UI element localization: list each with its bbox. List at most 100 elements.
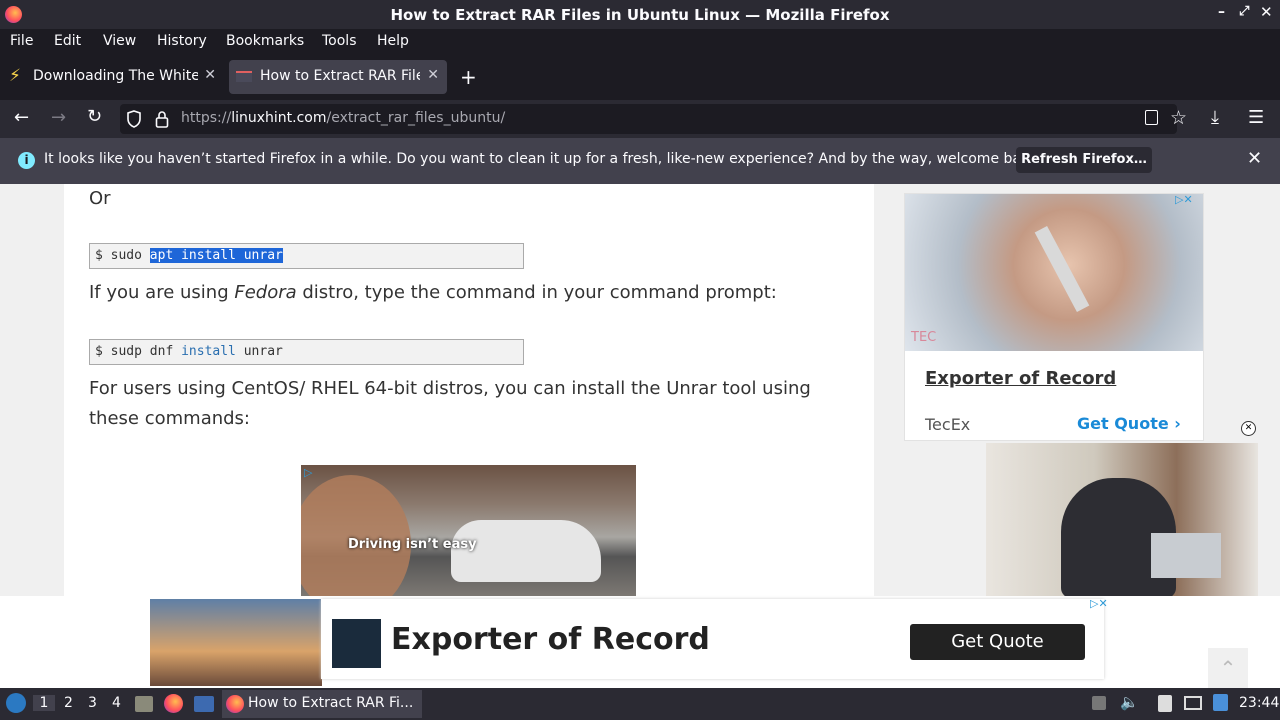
- url-path: /extract_rar_files_ubuntu/: [326, 110, 506, 126]
- menu-tools[interactable]: Tools: [322, 33, 357, 49]
- fedora-italic: Fedora: [234, 282, 297, 303]
- workspace-2[interactable]: 2: [64, 695, 73, 711]
- fedora-paragraph: If you are using Fedora distro, type the…: [89, 278, 777, 308]
- clipboard-icon[interactable]: [1158, 695, 1172, 712]
- tab-extract-rar[interactable]: How to Extract RAR Files in Ubuntu Linux…: [229, 60, 447, 94]
- close-notification-icon[interactable]: ✕: [1247, 148, 1262, 169]
- bottom-banner: Exporter of Record Get Quote ▷✕ ⌃: [0, 596, 1280, 688]
- ad-syringe-shape: [1034, 225, 1090, 313]
- page-content: Or $ sudo apt install unrar If you are u…: [0, 184, 1280, 596]
- sidebar-ad[interactable]: TEC ▷✕ Exporter of Record TecEx Get Quot…: [904, 193, 1204, 441]
- minimize-button[interactable]: –: [1218, 4, 1225, 20]
- menu-edit[interactable]: Edit: [54, 33, 81, 49]
- info-icon: i: [18, 152, 35, 169]
- notification-tray-icon[interactable]: [1213, 694, 1228, 711]
- fedora-after: distro, type the command in your command…: [296, 282, 777, 303]
- new-tab-button[interactable]: +: [460, 65, 477, 89]
- start-menu-icon[interactable]: [6, 693, 26, 713]
- menu-history[interactable]: History: [157, 33, 207, 49]
- side-ad-title[interactable]: Exporter of Record: [925, 368, 1116, 389]
- side-ad-brand: TecEx: [925, 415, 971, 434]
- or-text: Or: [89, 188, 111, 209]
- window-title: How to Extract RAR Files in Ubuntu Linux…: [390, 6, 890, 24]
- url-prefix: https://: [181, 110, 232, 126]
- article-body: Or $ sudo apt install unrar If you are u…: [64, 184, 874, 596]
- tab-bar: ⚡ Downloading The White House, Ray Strac…: [0, 55, 1280, 100]
- reader-view-icon[interactable]: [1145, 110, 1158, 125]
- ad-laptop-shape: [1151, 533, 1221, 578]
- fedora-before: If you are using: [89, 282, 235, 303]
- ad-person-shape: [301, 475, 411, 596]
- code-block-apt[interactable]: $ sudo apt install unrar: [89, 243, 524, 269]
- refresh-firefox-button[interactable]: Refresh Firefox…: [1016, 147, 1152, 173]
- url-bar[interactable]: https://linuxhint.com/extract_rar_files_…: [120, 104, 1187, 134]
- code-prompt: $ sudp dnf: [95, 344, 182, 359]
- code-rest: unrar: [235, 344, 283, 359]
- lightning-icon: ⚡: [9, 66, 21, 86]
- selected-code: apt install unrar: [149, 248, 283, 263]
- inline-video-ad[interactable]: ▷ Driving isn’t easy: [301, 465, 636, 596]
- tray-arrow-icon[interactable]: [1092, 696, 1106, 710]
- tab-downloading[interactable]: ⚡ Downloading The White House, Ray Strac…: [2, 60, 224, 94]
- workspace-1[interactable]: 1: [33, 695, 55, 711]
- tecex-logo-icon: [332, 619, 381, 668]
- floating-video-ad[interactable]: [986, 443, 1258, 596]
- forward-button[interactable]: →: [51, 107, 66, 128]
- hamburger-menu-icon[interactable]: ☰: [1248, 107, 1264, 128]
- menu-file[interactable]: File: [10, 33, 33, 49]
- notification-text: It looks like you haven’t started Firefo…: [44, 151, 1043, 167]
- adchoices-icon[interactable]: ▷: [304, 466, 312, 479]
- centos-paragraph: For users using CentOS/ RHEL 64-bit dist…: [89, 374, 811, 434]
- side-ad-cta[interactable]: Get Quote ›: [1077, 414, 1181, 433]
- banner-cta-button[interactable]: Get Quote: [910, 624, 1085, 660]
- tab-label: Downloading The White House, Ray Strache…: [33, 68, 198, 84]
- menu-bookmarks[interactable]: Bookmarks: [226, 33, 304, 49]
- bookmark-star-icon[interactable]: ☆: [1170, 107, 1187, 129]
- banner-image: [150, 599, 322, 686]
- taskbar-window-label: How to Extract RAR Fi...: [248, 695, 414, 711]
- code-prompt: $ sudo: [95, 248, 150, 263]
- scroll-to-top-button[interactable]: ⌃: [1208, 648, 1248, 688]
- side-ad-cta-label: Get Quote: [1077, 414, 1169, 433]
- centos-line-2: these commands:: [89, 408, 250, 429]
- code-block-dnf[interactable]: $ sudp dnf install unrar: [89, 339, 524, 365]
- taskbar-window-firefox[interactable]: How to Extract RAR Fi...: [222, 690, 422, 718]
- notification-bar: i It looks like you haven’t started Fire…: [0, 138, 1280, 184]
- shield-icon[interactable]: [126, 110, 142, 128]
- workspace-4[interactable]: 4: [112, 695, 121, 711]
- clock: 23:44: [1239, 695, 1280, 711]
- taskbar: 1 2 3 4 How to Extract RAR Fi... 🔈 23:44: [0, 688, 1280, 720]
- firefox-logo-icon: [226, 695, 244, 713]
- display-icon[interactable]: [1184, 696, 1202, 710]
- lock-icon[interactable]: [155, 110, 169, 128]
- centos-line-1: For users using CentOS/ RHEL 64-bit dist…: [89, 378, 811, 399]
- workspace-3[interactable]: 3: [88, 695, 97, 711]
- adchoices-icon[interactable]: ▷✕: [1090, 597, 1108, 610]
- tab-label: How to Extract RAR Files in Ubuntu Linux: [260, 68, 420, 84]
- firefox-launcher-icon[interactable]: [164, 694, 183, 713]
- menu-help[interactable]: Help: [377, 33, 409, 49]
- close-tab-icon[interactable]: ✕: [204, 67, 216, 83]
- terminal-icon[interactable]: [194, 696, 214, 712]
- url-text: https://linuxhint.com/extract_rar_files_…: [181, 110, 505, 126]
- volume-icon[interactable]: 🔈: [1120, 693, 1139, 711]
- banner-box[interactable]: Exporter of Record Get Quote: [321, 599, 1104, 679]
- code-keyword: install: [181, 344, 236, 359]
- reload-button[interactable]: ↻: [87, 106, 102, 127]
- files-icon[interactable]: [135, 696, 153, 712]
- downloads-icon[interactable]: ⤓: [1211, 107, 1219, 128]
- adchoices-icon[interactable]: ▷✕: [1175, 193, 1193, 206]
- ad-image: TEC: [905, 194, 1203, 351]
- menu-bar: File Edit View History Bookmarks Tools H…: [0, 29, 1280, 55]
- linuxhint-favicon-icon: [236, 71, 252, 82]
- ad-caption: Driving isn’t easy: [348, 537, 477, 552]
- close-tab-icon[interactable]: ✕: [427, 67, 439, 83]
- back-button[interactable]: ←: [14, 107, 29, 128]
- close-video-ad-icon[interactable]: ✕: [1241, 421, 1256, 436]
- maximize-button[interactable]: ⤢: [1239, 4, 1249, 19]
- menu-view[interactable]: View: [103, 33, 136, 49]
- url-domain: linuxhint.com: [231, 110, 327, 126]
- window-titlebar: How to Extract RAR Files in Ubuntu Linux…: [0, 0, 1280, 29]
- ad-logo-text: TEC: [911, 330, 937, 345]
- close-window-button[interactable]: ✕: [1260, 3, 1273, 21]
